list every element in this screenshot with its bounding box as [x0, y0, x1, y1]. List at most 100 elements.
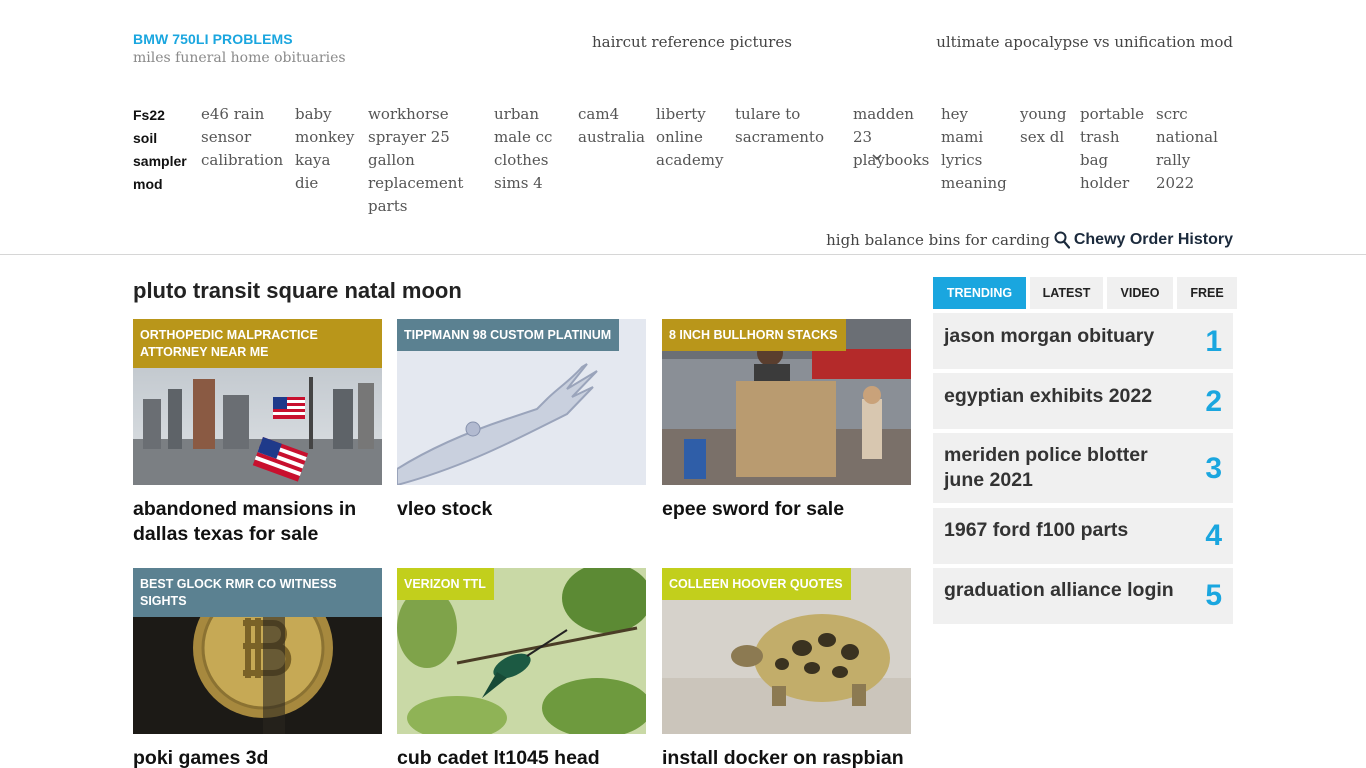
- nav-line: 23: [853, 128, 873, 146]
- nav-line: Fs22: [133, 107, 165, 123]
- nav-line: scrc: [1156, 105, 1188, 123]
- card-headline[interactable]: cub cadet lt1045 head: [397, 746, 646, 768]
- trending-rank: 2: [1205, 385, 1222, 418]
- nav-line: mod: [133, 176, 163, 192]
- nav-line: sacramento: [735, 128, 824, 146]
- nav-line: playbooks: [853, 151, 930, 169]
- nav-line: male cc: [494, 128, 553, 146]
- card-headline[interactable]: epee sword for sale: [662, 497, 911, 522]
- card-image[interactable]: ORTHOPEDIC MALPRACTICE ATTORNEY NEAR ME: [133, 319, 382, 485]
- tab-latest[interactable]: LATEST: [1030, 277, 1103, 309]
- brand-title[interactable]: BMW 750LI PROBLEMS: [133, 31, 346, 47]
- trending-title[interactable]: egyptian exhibits 2022: [944, 384, 1174, 409]
- nav-item[interactable]: tulare to sacramento: [735, 103, 824, 149]
- search-strong-link[interactable]: Chewy Order History: [1074, 231, 1233, 249]
- nav-line: sprayer 25: [368, 128, 450, 146]
- article-card[interactable]: ORTHOPEDIC MALPRACTICE ATTORNEY NEAR ME …: [133, 319, 382, 547]
- nav-line: tulare to: [735, 105, 801, 123]
- search-text[interactable]: high balance bins for carding: [826, 231, 1050, 249]
- tab-trending[interactable]: TRENDING: [933, 277, 1026, 309]
- trending-item[interactable]: graduation alliance login 5: [933, 568, 1233, 624]
- nav-line: liberty: [656, 105, 706, 123]
- nav-line: clothes: [494, 151, 549, 169]
- nav-line: kaya: [295, 151, 331, 169]
- article-card[interactable]: 8 INCH BULLHORN STACKS epee sword for sa…: [662, 319, 911, 522]
- category-badge[interactable]: VERIZON TTL: [397, 568, 494, 600]
- nav-line: parts: [368, 197, 408, 215]
- nav-line: baby: [295, 105, 332, 123]
- nav-line: workhorse: [368, 105, 449, 123]
- nav-item-fs22[interactable]: Fs22 soil sampler mod: [133, 104, 187, 196]
- trending-item[interactable]: egyptian exhibits 2022 2: [933, 373, 1233, 429]
- nav-line: bag: [1080, 151, 1109, 169]
- nav-item[interactable]: e46 rain sensor calibration: [201, 103, 283, 172]
- top-link[interactable]: ultimate apocalypse vs unification mod: [936, 33, 1233, 51]
- article-card[interactable]: VERIZON TTL cub cadet lt1045 head: [397, 568, 646, 768]
- article-card[interactable]: COLLEEN HOOVER QUOTES install docker on …: [662, 568, 911, 768]
- trending-title[interactable]: 1967 ford f100 parts: [944, 518, 1174, 543]
- nav-item[interactable]: baby monkey kaya die: [295, 103, 354, 195]
- article-card[interactable]: TIPPMANN 98 CUSTOM PLATINUM vleo stock: [397, 319, 646, 522]
- main-nav: Fs22 soil sampler mod e46 rain sensor ca…: [133, 103, 1233, 221]
- brand-subtitle: miles funeral home obituaries: [133, 50, 346, 66]
- section-title: pluto transit square natal moon: [133, 278, 462, 303]
- card-headline[interactable]: abandoned mansions in dallas texas for s…: [133, 497, 382, 547]
- category-badge[interactable]: ORTHOPEDIC MALPRACTICE ATTORNEY NEAR ME: [133, 319, 382, 368]
- nav-line: online: [656, 128, 703, 146]
- nav-item[interactable]: cam4 australia: [578, 103, 645, 149]
- chevron-down-icon[interactable]: [872, 152, 882, 164]
- nav-line: rally: [1156, 151, 1191, 169]
- tab-free[interactable]: FREE: [1177, 277, 1237, 309]
- card-headline[interactable]: install docker on raspbian: [662, 746, 911, 768]
- trending-item[interactable]: jason morgan obituary 1: [933, 313, 1233, 369]
- card-image[interactable]: 8 INCH BULLHORN STACKS: [662, 319, 911, 485]
- nav-line: national: [1156, 128, 1218, 146]
- nav-item[interactable]: portable trash bag holder: [1080, 103, 1144, 195]
- nav-line: die: [295, 174, 319, 192]
- trending-title[interactable]: jason morgan obituary: [944, 324, 1174, 349]
- trending-title[interactable]: meriden police blotter june 2021: [944, 443, 1174, 493]
- card-image[interactable]: TIPPMANN 98 CUSTOM PLATINUM: [397, 319, 646, 485]
- nav-line: meaning: [941, 174, 1007, 192]
- search-row: high balance bins for carding Chewy Orde…: [826, 231, 1233, 249]
- nav-line: sex dl: [1020, 128, 1065, 146]
- brand[interactable]: BMW 750LI PROBLEMS miles funeral home ob…: [133, 31, 346, 66]
- nav-item[interactable]: workhorse sprayer 25 gallon replacement …: [368, 103, 463, 218]
- card-image[interactable]: COLLEEN HOOVER QUOTES: [662, 568, 911, 734]
- tab-video[interactable]: VIDEO: [1107, 277, 1173, 309]
- article-card[interactable]: BEST GLOCK RMR CO WITNESS SIGHTS poki ga…: [133, 568, 382, 768]
- trending-title[interactable]: graduation alliance login: [944, 578, 1174, 603]
- nav-line: monkey: [295, 128, 355, 146]
- nav-line: hey: [941, 105, 969, 123]
- trending-rank: 4: [1205, 519, 1222, 552]
- trending-rank: 1: [1205, 325, 1222, 358]
- card-image[interactable]: VERIZON TTL: [397, 568, 646, 734]
- nav-line: urban: [494, 105, 540, 123]
- nav-line: e46 rain: [201, 105, 265, 123]
- nav-line: soil: [133, 130, 158, 146]
- category-badge[interactable]: 8 INCH BULLHORN STACKS: [662, 319, 846, 351]
- nav-line: australia: [578, 128, 645, 146]
- nav-line: holder: [1080, 174, 1130, 192]
- trending-item[interactable]: meriden police blotter june 2021 3: [933, 433, 1233, 503]
- category-badge[interactable]: COLLEEN HOOVER QUOTES: [662, 568, 851, 600]
- sidebar-tabs: TRENDING LATEST VIDEO FREE: [933, 277, 1237, 309]
- nav-item[interactable]: liberty online academy: [656, 103, 723, 172]
- category-badge[interactable]: TIPPMANN 98 CUSTOM PLATINUM: [397, 319, 620, 351]
- card-headline[interactable]: poki games 3d: [133, 746, 382, 768]
- nav-line: sampler: [133, 153, 187, 169]
- nav-item[interactable]: young sex dl: [1020, 103, 1066, 149]
- header-divider: [0, 254, 1366, 255]
- nav-line: cam4: [578, 105, 620, 123]
- search-icon[interactable]: [1054, 231, 1070, 249]
- nav-line: portable: [1080, 105, 1145, 123]
- top-link[interactable]: haircut reference pictures: [592, 33, 792, 51]
- nav-item[interactable]: madden 23 playbooks: [853, 103, 929, 172]
- nav-item[interactable]: hey mami lyrics meaning: [941, 103, 1007, 195]
- nav-item[interactable]: scrc national rally 2022: [1156, 103, 1218, 195]
- nav-item[interactable]: urban male cc clothes sims 4: [494, 103, 552, 195]
- card-image[interactable]: BEST GLOCK RMR CO WITNESS SIGHTS: [133, 568, 382, 734]
- category-badge[interactable]: BEST GLOCK RMR CO WITNESS SIGHTS: [133, 568, 382, 617]
- card-headline[interactable]: vleo stock: [397, 497, 646, 522]
- trending-item[interactable]: 1967 ford f100 parts 4: [933, 508, 1233, 564]
